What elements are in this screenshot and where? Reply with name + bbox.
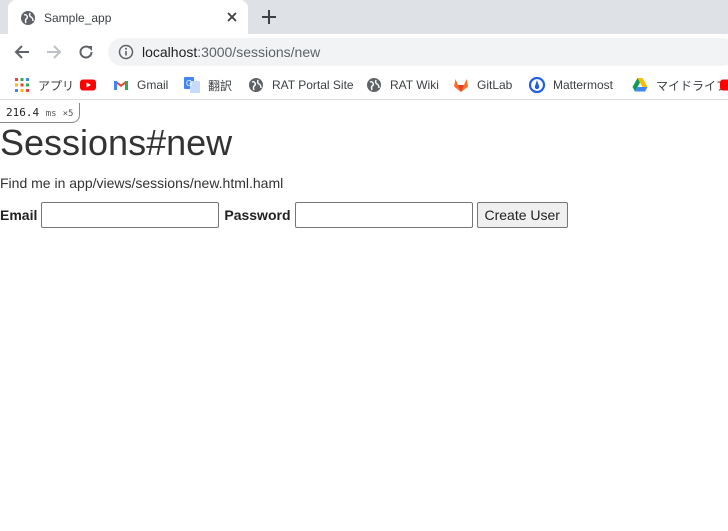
bookmark-overflow[interactable] — [720, 76, 728, 94]
address-bar[interactable]: localhost:3000/sessions/new — [108, 38, 728, 66]
mini-profiler-badge[interactable]: 216.4 ms ×5 — [0, 103, 81, 123]
globe-icon — [249, 78, 263, 92]
info-icon[interactable] — [118, 44, 134, 60]
password-label: Password — [224, 207, 291, 223]
bookmark-label: Mattermost — [553, 78, 614, 92]
bookmark-mattermost[interactable]: Mattermost — [529, 76, 613, 94]
google-drive-icon — [632, 78, 648, 92]
mattermost-icon — [529, 77, 545, 93]
bookmark-youtube[interactable] — [80, 76, 96, 94]
tab-title: Sample_app — [44, 11, 112, 25]
email-field[interactable] — [41, 202, 220, 228]
red-bookmark-icon — [720, 79, 728, 91]
bookmark-google-drive[interactable]: マイドライブ — [632, 76, 728, 94]
bookmark-label: マイドライブ — [656, 78, 728, 93]
bookmark-label: RAT Portal Site — [272, 78, 354, 92]
bookmark-label: アプリ — [38, 78, 75, 93]
session-form: Email Password Create User — [0, 202, 568, 228]
translate-icon: G — [184, 77, 200, 93]
bookmark-rat-portal[interactable]: RAT Portal Site — [248, 76, 354, 94]
bookmark-gmail[interactable]: Gmail — [113, 76, 168, 94]
page-title: Sessions#new — [0, 122, 233, 163]
bookmark-translate[interactable]: G 翻訳 — [184, 76, 232, 94]
youtube-icon — [80, 79, 96, 91]
profiler-unit: ms — [45, 109, 57, 119]
tab-strip: Sample_app — [0, 0, 728, 34]
url-host: localhost — [142, 44, 198, 60]
gitlab-icon — [454, 79, 468, 92]
bookmarks-bar: アプリ Gmail G 翻訳 RAT Portal Site RAT Wiki … — [0, 70, 728, 100]
bookmark-label: Gmail — [137, 78, 169, 92]
create-user-button[interactable]: Create User — [476, 202, 568, 228]
back-arrow-icon[interactable] — [12, 42, 32, 62]
bookmark-label: GitLab — [477, 78, 513, 92]
browser-tab[interactable]: Sample_app — [8, 0, 248, 34]
forward-arrow-icon[interactable] — [44, 42, 64, 62]
new-tab-icon[interactable] — [260, 8, 278, 26]
bookmark-label: RAT Wiki — [390, 78, 439, 92]
apps-grid-icon — [15, 78, 29, 92]
template-hint: Find me in app/views/sessions/new.html.h… — [0, 175, 284, 191]
svg-text:G: G — [186, 79, 192, 88]
browser-toolbar: localhost:3000/sessions/new — [0, 34, 728, 70]
profiler-count: ×5 — [62, 109, 74, 119]
url-text: localhost:3000/sessions/new — [142, 44, 320, 60]
close-icon[interactable] — [224, 9, 240, 25]
bookmark-gitlab[interactable]: GitLab — [453, 76, 512, 94]
globe-icon — [367, 78, 381, 92]
reload-icon[interactable] — [76, 42, 96, 62]
bookmark-apps[interactable]: アプリ — [14, 76, 74, 94]
gmail-icon — [114, 81, 128, 90]
globe-icon — [21, 11, 35, 25]
bookmark-label: 翻訳 — [208, 78, 233, 93]
bookmark-rat-wiki[interactable]: RAT Wiki — [366, 76, 439, 94]
page-content: 216.4 ms ×5 Sessions#new Find me in app/v… — [0, 101, 728, 531]
profiler-time: 216.4 — [6, 106, 40, 119]
url-path: :3000/sessions/new — [197, 44, 321, 60]
email-label: Email — [0, 207, 38, 223]
password-field[interactable] — [294, 202, 473, 228]
